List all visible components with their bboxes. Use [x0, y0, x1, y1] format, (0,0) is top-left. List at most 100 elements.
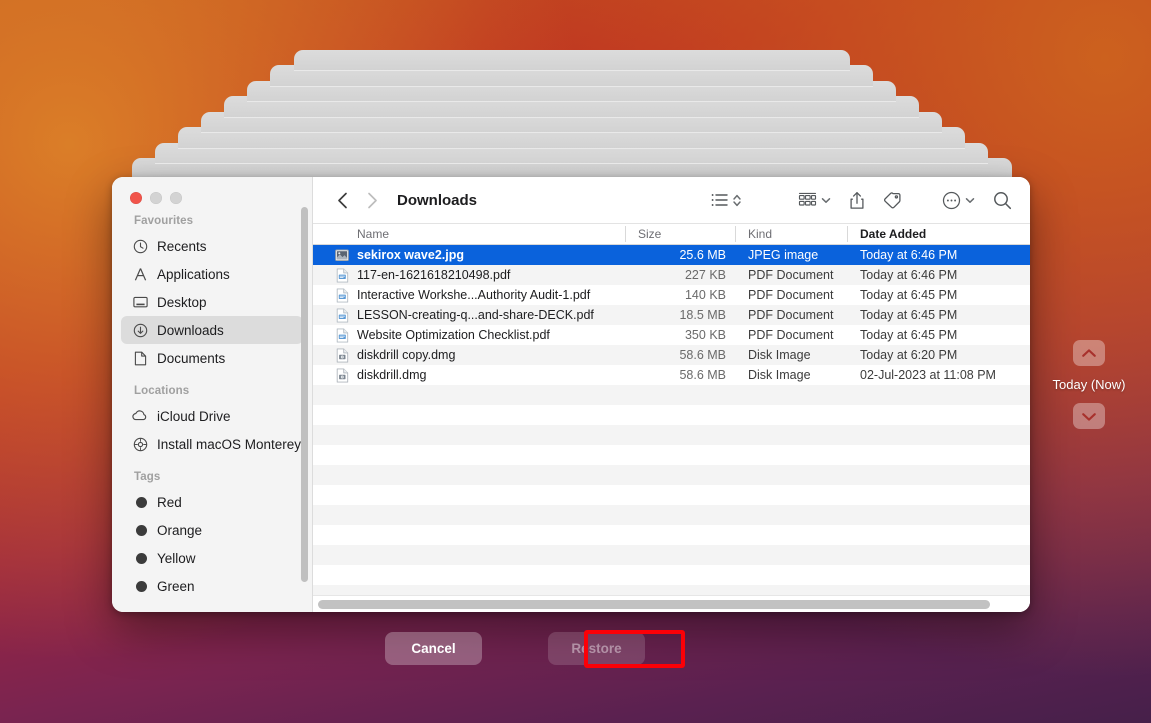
sidebar-item-label: Red	[157, 494, 182, 510]
sidebar-item-label: Applications	[157, 266, 230, 282]
close-button[interactable]	[130, 192, 142, 204]
file-size-cell: 58.6 MB	[679, 348, 726, 362]
image-file-icon	[335, 248, 349, 263]
sidebar-item-install-macos-monterey[interactable]: Install macOS Monterey	[121, 430, 303, 458]
file-kind-cell: PDF Document	[748, 328, 834, 342]
sidebar-item-label: Orange	[157, 522, 203, 538]
sidebar-group: Locations iCloud Drive Install macOS Monte…	[112, 385, 312, 458]
toolbar-actions	[711, 186, 1012, 214]
column-header-date-added[interactable]: Date Added	[847, 223, 1030, 245]
timeline-forward-button[interactable]	[1073, 403, 1105, 429]
file-list: sekirox wave2.jpg 25.6 MB JPEG image Today …	[313, 245, 1030, 612]
file-kind-cell: Disk Image	[748, 348, 811, 362]
file-size-cell: 140 KB	[684, 288, 726, 302]
table-row[interactable]: Interactive Workshe...Authority Audit-1.…	[313, 285, 1030, 305]
table-row[interactable]: diskdrill copy.dmg 58.6 MB Disk Image Today…	[313, 345, 1030, 365]
file-date-cell: Today at 6:45 PM	[860, 288, 958, 302]
search-button[interactable]	[993, 186, 1012, 214]
file-name-cell: diskdrill copy.dmg	[313, 345, 625, 365]
sidebar-item-icloud-drive[interactable]: iCloud Drive	[121, 402, 303, 430]
sidebar-item-downloads[interactable]: Downloads	[121, 316, 303, 344]
sidebar-item-red[interactable]: Red	[121, 488, 303, 516]
dmg-file-icon	[335, 347, 349, 363]
sidebar-item-recents[interactable]: Recents	[121, 232, 303, 260]
file-name-label: Interactive Workshe...Authority Audit-1.…	[357, 288, 591, 302]
share-button[interactable]	[849, 186, 865, 214]
file-kind-cell: PDF Document	[748, 288, 834, 302]
file-size-cell: 58.6 MB	[679, 368, 726, 382]
empty-row	[313, 485, 1030, 505]
tag-button[interactable]	[883, 186, 902, 214]
sidebar-item-label: Downloads	[157, 322, 224, 338]
file-date-cell: Today at 6:46 PM	[860, 268, 958, 282]
file-name-cell: sekirox wave2.jpg	[313, 245, 625, 265]
view-options-button[interactable]	[711, 186, 742, 214]
sidebar-section-title: Locations	[134, 385, 190, 397]
sidebar-group: Tags Red Orange Yellow Green	[112, 471, 312, 600]
back-button[interactable]	[327, 186, 357, 214]
file-name-label: sekirox wave2.jpg	[357, 248, 465, 262]
cancel-button[interactable]: Cancel	[385, 632, 482, 665]
document-icon	[132, 350, 148, 366]
group-by-button[interactable]	[798, 186, 831, 214]
sidebar-item-yellow[interactable]: Yellow	[121, 544, 303, 572]
empty-row	[313, 505, 1030, 525]
toolbar: Downloads	[313, 177, 1030, 223]
sidebar-item-label: iCloud Drive	[157, 408, 231, 424]
column-header-size[interactable]: Size	[625, 223, 735, 245]
maximize-button[interactable]	[170, 192, 182, 204]
file-size-cell: 18.5 MB	[679, 308, 726, 322]
file-date-cell: 02-Jul-2023 at 11:08 PM	[860, 368, 996, 382]
sidebar-section-title: Tags	[134, 471, 161, 483]
file-name-cell: diskdrill.dmg	[313, 365, 625, 385]
window-traffic-lights	[130, 192, 182, 204]
time-machine-timeline: Today (Now)	[1048, 340, 1130, 429]
restore-button-highlight	[584, 630, 685, 668]
empty-row	[313, 405, 1030, 425]
sidebar-item-desktop[interactable]: Desktop	[121, 288, 303, 316]
chevron-down-icon	[965, 197, 975, 204]
horizontal-scrollbar[interactable]	[313, 595, 1030, 612]
chevron-down-icon	[821, 197, 831, 204]
more-options-button[interactable]	[942, 186, 975, 214]
dmg-file-icon	[335, 367, 349, 383]
sidebar-scrollbar[interactable]	[301, 207, 308, 582]
column-header-name[interactable]: Name	[313, 223, 625, 245]
sort-chevrons-icon	[732, 193, 742, 208]
sidebar-item-documents[interactable]: Documents	[121, 344, 303, 372]
table-row[interactable]: diskdrill.dmg 58.6 MB Disk Image 02-Jul-202…	[313, 365, 1030, 385]
file-kind-cell: Disk Image	[748, 368, 811, 382]
file-size-cell: 227 KB	[684, 268, 726, 282]
horizontal-scrollbar-thumb[interactable]	[318, 599, 990, 609]
empty-row	[313, 465, 1030, 485]
sidebar-item-orange[interactable]: Orange	[121, 516, 303, 544]
sidebar-item-label: Install macOS Monterey	[157, 436, 302, 452]
sidebar-item-label: Desktop	[157, 294, 207, 310]
clock-icon	[132, 238, 148, 254]
empty-row	[313, 525, 1030, 545]
dialog-actions: Cancel Restore	[0, 632, 1030, 665]
table-row[interactable]: 117-en-1621618210498.pdf 227 KB PDF Docume…	[313, 265, 1030, 285]
file-size-cell: 25.6 MB	[679, 248, 726, 262]
sidebar-item-applications[interactable]: Applications	[121, 260, 303, 288]
column-headers: Name Size Kind Date Added	[313, 223, 1030, 245]
table-row[interactable]: sekirox wave2.jpg 25.6 MB JPEG image Today …	[313, 245, 1030, 265]
minimize-button[interactable]	[150, 192, 162, 204]
file-name-label: LESSON-creating-q...and-share-DECK.pdf	[357, 308, 594, 322]
sidebar-item-label: Recents	[157, 238, 207, 254]
empty-row	[313, 545, 1030, 565]
column-header-kind[interactable]: Kind	[735, 223, 847, 245]
cloud-icon	[132, 408, 148, 424]
empty-row	[313, 565, 1030, 585]
file-date-cell: Today at 6:45 PM	[860, 308, 958, 322]
applications-icon	[132, 266, 148, 282]
downloads-icon	[132, 322, 148, 338]
table-row[interactable]: Website Optimization Checklist.pdf 350 KB…	[313, 325, 1030, 345]
table-row[interactable]: LESSON-creating-q...and-share-DECK.pdf 18…	[313, 305, 1030, 325]
file-name-cell: Interactive Workshe...Authority Audit-1.…	[313, 285, 625, 305]
timeline-back-button[interactable]	[1073, 340, 1105, 366]
sidebar-item-green[interactable]: Green	[121, 572, 303, 600]
forward-button[interactable]	[357, 186, 387, 214]
pdf-file-icon	[335, 287, 349, 303]
pdf-file-icon	[335, 327, 349, 343]
